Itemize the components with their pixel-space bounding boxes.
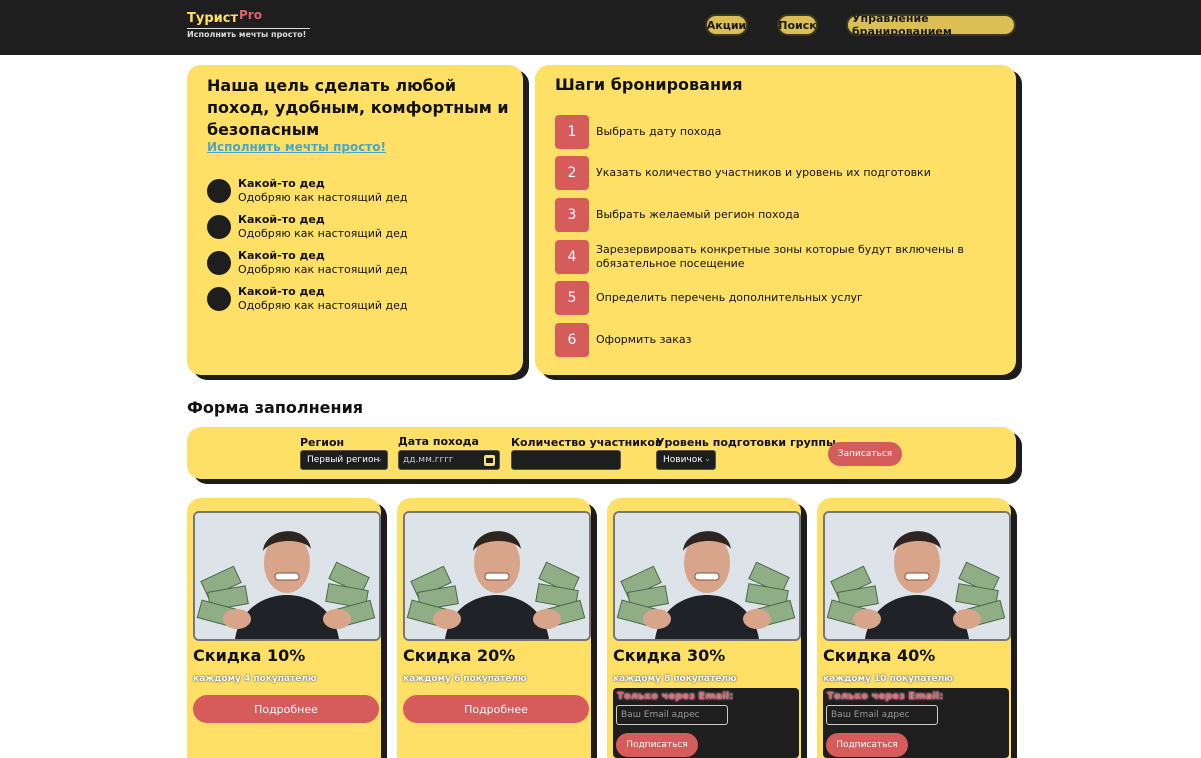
subscribe-button[interactable]: Подписаться: [616, 733, 698, 757]
goal-link[interactable]: Исполнить мечты просто!: [207, 140, 386, 154]
review-text: Одобряю как настоящий дед: [238, 191, 408, 204]
email-placeholder: Ваш Email адрес: [831, 710, 910, 720]
email-placeholder: Ваш Email адрес: [621, 710, 700, 720]
review-text: Одобряю как настоящий дед: [238, 263, 408, 276]
review-text: Одобряю как настоящий дед: [238, 227, 408, 240]
goal-title: Наша цель сделать любой поход, удобным, …: [207, 76, 509, 139]
region-label: Регион: [300, 436, 345, 449]
email-label: Только через Email:: [617, 691, 734, 702]
date-input[interactable]: дд.мм.гггг: [398, 450, 500, 470]
step-item: 1 Выбрать дату похода: [555, 115, 996, 149]
review-author: Какой-то дед: [238, 285, 325, 298]
promo-subtitle: каждому 10 покупателю: [823, 674, 953, 684]
booking-form: Регион Первый регион ⌄ Дата похода дд.мм…: [187, 427, 1016, 479]
chevron-down-icon: ⌄: [704, 454, 711, 463]
promo-image: [613, 511, 801, 641]
review-author: Какой-то дед: [238, 177, 325, 190]
region-select-value: Первый регион: [307, 455, 380, 465]
man-with-money-image: [825, 513, 1009, 639]
promo-card: Скидка 30% каждому 8 покупателю Только ч…: [607, 498, 801, 758]
step-item: 5 Определить перечень дополнительных усл…: [555, 281, 996, 315]
avatar: [207, 287, 231, 311]
review-author: Какой-то дед: [238, 213, 325, 226]
level-label: Уровень подготовки группы: [656, 436, 836, 449]
promo-title: Скидка 40%: [823, 646, 936, 665]
avatar: [207, 179, 231, 203]
step-text: Выбрать желаемый регион похода: [596, 208, 800, 221]
level-select[interactable]: Новичок ⌄: [656, 450, 716, 470]
promo-subtitle: каждому 8 покупателю: [613, 674, 737, 684]
step-number: 1: [555, 115, 589, 149]
step-item: 2 Указать количество участников и уровен…: [555, 156, 996, 190]
logo-pro: Pro: [239, 8, 262, 22]
email-label: Только через Email:: [827, 691, 944, 702]
promo-card: Скидка 40% каждому 10 покупателю Только …: [817, 498, 1011, 758]
form-title: Форма заполнения: [187, 398, 364, 417]
promo-title: Скидка 30%: [613, 646, 726, 665]
email-input[interactable]: Ваш Email адрес: [616, 705, 728, 725]
promo-title: Скидка 10%: [193, 646, 306, 665]
nav-search-button[interactable]: Поиск: [777, 14, 818, 36]
step-item: 6 Оформить заказ: [555, 323, 996, 357]
region-select[interactable]: Первый регион ⌄: [300, 450, 388, 470]
email-subscribe-box: Только через Email: Ваш Email адрес Подп…: [823, 688, 1009, 758]
date-label: Дата похода: [398, 435, 479, 448]
step-number: 6: [555, 323, 589, 357]
step-number: 3: [555, 198, 589, 232]
review-item: Какой-то дед Одобряю как настоящий дед: [207, 285, 408, 315]
step-number: 4: [555, 240, 589, 274]
promo-card: Скидка 10% каждому 4 покупателю Подробне…: [187, 498, 381, 758]
step-text: Выбрать дату похода: [596, 125, 722, 138]
man-with-money-image: [615, 513, 799, 639]
step-number: 2: [555, 156, 589, 190]
nav-promotions-button[interactable]: Акции: [705, 14, 748, 36]
nav-booking-management-button[interactable]: Управление бранированием: [846, 12, 1016, 38]
promo-image: [403, 511, 591, 641]
step-text: Оформить заказ: [596, 333, 692, 346]
date-placeholder: дд.мм.гггг: [403, 455, 454, 465]
promo-title: Скидка 20%: [403, 646, 516, 665]
step-number: 5: [555, 281, 589, 315]
step-text: Зарезервировать конкретные зоны которые …: [596, 243, 964, 270]
calendar-icon[interactable]: [484, 455, 495, 466]
review-text: Одобряю как настоящий дед: [238, 299, 408, 312]
step-item: 3 Выбрать желаемый регион похода: [555, 198, 996, 232]
promo-image: [193, 511, 381, 641]
review-author: Какой-то дед: [238, 249, 325, 262]
promo-image: [823, 511, 1011, 641]
subscribe-button[interactable]: Подписаться: [826, 733, 908, 757]
details-button[interactable]: Подробнее: [193, 695, 379, 723]
promo-card: Скидка 20% каждому 6 покупателю Подробне…: [397, 498, 591, 758]
review-item: Какой-то дед Одобряю как настоящий дед: [207, 249, 408, 279]
avatar: [207, 215, 231, 239]
review-item: Какой-то дед Одобряю как настоящий дед: [207, 213, 408, 243]
details-button[interactable]: Подробнее: [403, 695, 589, 723]
email-input[interactable]: Ваш Email адрес: [826, 705, 938, 725]
step-text: Определить перечень дополнительных услуг: [596, 291, 863, 304]
avatar: [207, 251, 231, 275]
site-header: Турист Pro Исполнить мечты просто! Акции…: [0, 0, 1201, 55]
man-with-money-image: [405, 513, 589, 639]
level-select-value: Новичок: [663, 455, 703, 465]
chevron-down-icon: ⌄: [376, 454, 383, 463]
man-with-money-image: [195, 513, 379, 639]
submit-button[interactable]: Записаться: [828, 442, 902, 466]
promo-subtitle: каждому 6 покупателю: [403, 674, 527, 684]
logo[interactable]: Турист Pro Исполнить мечты просто!: [187, 8, 310, 39]
review-item: Какой-то дед Одобряю как настоящий дед: [207, 177, 408, 207]
logo-divider: [187, 28, 310, 29]
goal-card: Наша цель сделать любой поход, удобным, …: [187, 65, 523, 375]
logo-tagline: Исполнить мечты просто!: [187, 30, 307, 39]
participants-input[interactable]: [511, 450, 621, 470]
booking-steps-card: Шаги бронирования 1 Выбрать дату похода …: [535, 65, 1016, 375]
promo-subtitle: каждому 4 покупателю: [193, 674, 317, 684]
steps-title: Шаги бронирования: [555, 75, 743, 94]
participants-label: Количество участников: [511, 436, 662, 449]
email-subscribe-box: Только через Email: Ваш Email адрес Подп…: [613, 688, 799, 758]
step-item: 4 Зарезервировать конкретные зоны которы…: [555, 240, 996, 274]
logo-title: Турист: [187, 11, 238, 26]
step-text: Указать количество участников и уровень …: [596, 166, 931, 179]
